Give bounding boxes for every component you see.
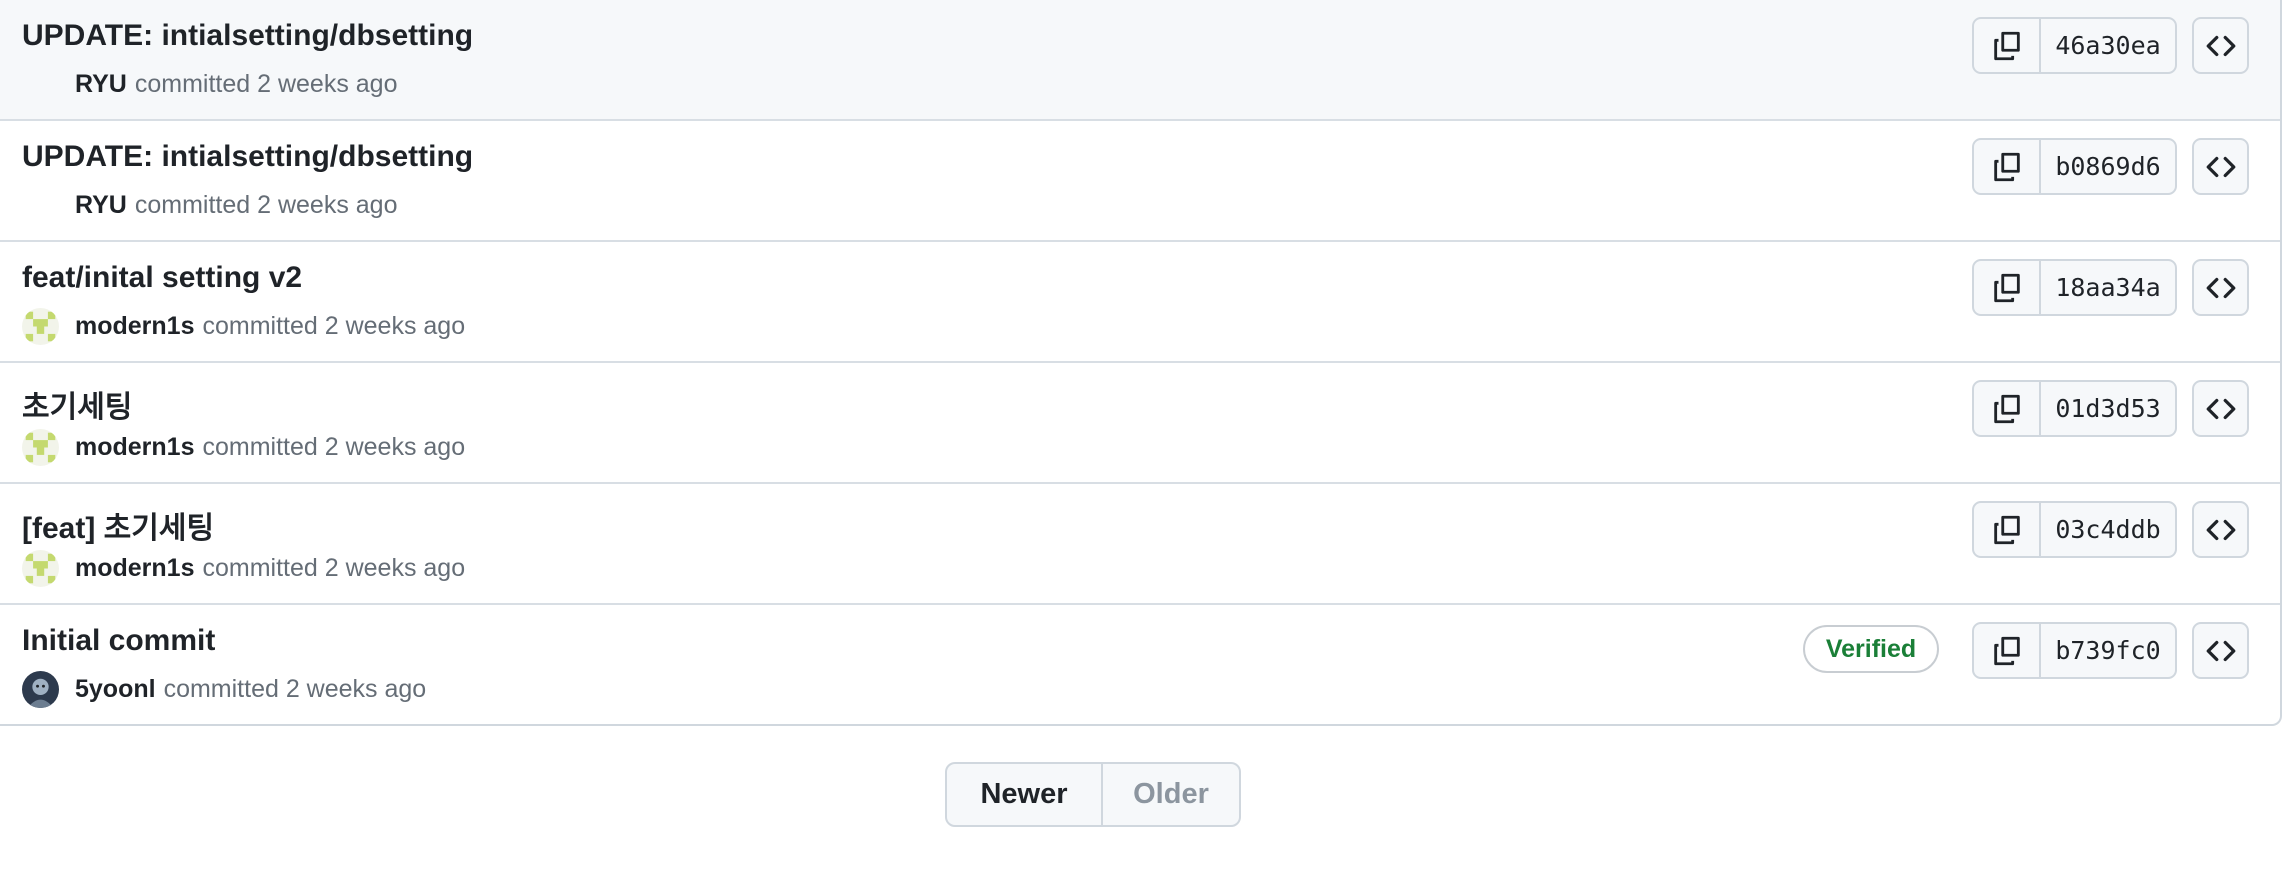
commit-meta: RYU committed 2 weeks ago: [22, 64, 397, 104]
commit-time: committed 2 weeks ago: [202, 311, 466, 340]
commit-meta: 5yoonl committed 2 weeks ago: [22, 669, 426, 709]
commit-list: UPDATE: intialsetting/dbsetting RYU comm…: [0, 0, 2282, 726]
commit-author[interactable]: modern1s: [75, 433, 194, 462]
copy-sha-button[interactable]: [1974, 140, 2041, 193]
commit-title[interactable]: UPDATE: intialsetting/dbsetting: [22, 19, 473, 53]
browse-repo-button[interactable]: [2192, 380, 2249, 437]
user-photo-avatar-icon: [22, 670, 59, 708]
commit-author[interactable]: modern1s: [75, 554, 194, 583]
sha-group: 18aa34a: [1972, 259, 2177, 316]
copy-sha-button[interactable]: [1974, 624, 2041, 677]
browse-repo-button[interactable]: [2192, 622, 2249, 679]
commit-author[interactable]: RYU: [75, 191, 127, 220]
commit-row: feat/inital setting v2 modern1s committe…: [0, 242, 2280, 363]
commit-sha[interactable]: 01d3d53: [2041, 382, 2175, 435]
code-icon: [2206, 35, 2235, 56]
commit-title[interactable]: UPDATE: intialsetting/dbsetting: [22, 140, 473, 174]
commit-title[interactable]: [feat] 초기세팅: [22, 503, 214, 547]
avatar[interactable]: [22, 670, 59, 708]
browse-repo-button[interactable]: [2192, 501, 2249, 558]
commit-sha[interactable]: 18aa34a: [2041, 261, 2175, 314]
newer-button[interactable]: Newer: [947, 764, 1103, 825]
commit-title[interactable]: 초기세팅: [22, 382, 132, 426]
copy-sha-button[interactable]: [1974, 503, 2041, 556]
code-icon: [2206, 156, 2235, 177]
copy-icon: [1993, 394, 2020, 423]
copy-icon: [1993, 273, 2020, 302]
identicon-avatar-icon: [22, 428, 59, 466]
pagination: Newer Older: [945, 762, 1241, 827]
commit-row: 초기세팅 modern1s committed 2 weeks ago 01d3…: [0, 363, 2280, 484]
avatar-placeholder: [22, 66, 59, 103]
commit-time: committed 2 weeks ago: [163, 674, 427, 703]
avatar[interactable]: [22, 307, 59, 345]
commit-sha[interactable]: 46a30ea: [2041, 19, 2175, 72]
copy-icon: [1993, 636, 2020, 665]
sha-group: b739fc0: [1972, 622, 2177, 679]
commit-sha[interactable]: b739fc0: [2041, 624, 2175, 677]
browse-repo-button[interactable]: [2192, 138, 2249, 195]
commit-title[interactable]: Initial commit: [22, 624, 215, 658]
copy-sha-button[interactable]: [1974, 19, 2041, 72]
copy-sha-button[interactable]: [1974, 382, 2041, 435]
commit-meta: modern1s committed 2 weeks ago: [22, 427, 465, 467]
commit-meta: modern1s committed 2 weeks ago: [22, 548, 465, 588]
commit-author[interactable]: modern1s: [75, 312, 194, 341]
avatar-placeholder: [22, 187, 59, 224]
code-icon: [2206, 398, 2235, 419]
identicon-avatar-icon: [22, 307, 59, 345]
copy-icon: [1993, 152, 2020, 181]
sha-group: 03c4ddb: [1972, 501, 2177, 558]
commit-meta: modern1s committed 2 weeks ago: [22, 306, 465, 346]
commit-time: committed 2 weeks ago: [202, 432, 466, 461]
commit-time: committed 2 weeks ago: [202, 553, 466, 582]
copy-sha-button[interactable]: [1974, 261, 2041, 314]
sha-group: b0869d6: [1972, 138, 2177, 195]
commit-row: [feat] 초기세팅 modern1s committed 2 weeks a…: [0, 484, 2280, 605]
code-icon: [2206, 277, 2235, 298]
commit-time: committed 2 weeks ago: [134, 69, 398, 98]
commit-author[interactable]: RYU: [75, 70, 127, 99]
older-button: Older: [1133, 778, 1209, 810]
sha-group: 01d3d53: [1972, 380, 2177, 437]
copy-icon: [1993, 31, 2020, 60]
code-icon: [2206, 519, 2235, 540]
browse-repo-button[interactable]: [2192, 17, 2249, 74]
verified-badge[interactable]: Verified: [1803, 625, 1939, 673]
commit-meta: RYU committed 2 weeks ago: [22, 185, 397, 225]
commit-title[interactable]: feat/inital setting v2: [22, 261, 302, 295]
identicon-avatar-icon: [22, 549, 59, 587]
commit-row: UPDATE: intialsetting/dbsetting RYU comm…: [0, 0, 2280, 121]
commit-sha[interactable]: b0869d6: [2041, 140, 2175, 193]
avatar[interactable]: [22, 428, 59, 466]
commit-row: UPDATE: intialsetting/dbsetting RYU comm…: [0, 121, 2280, 242]
browse-repo-button[interactable]: [2192, 259, 2249, 316]
code-icon: [2206, 640, 2235, 661]
sha-group: 46a30ea: [1972, 17, 2177, 74]
commit-time: committed 2 weeks ago: [134, 190, 398, 219]
commit-author[interactable]: 5yoonl: [75, 675, 156, 704]
commit-sha[interactable]: 03c4ddb: [2041, 503, 2175, 556]
copy-icon: [1993, 515, 2020, 544]
avatar[interactable]: [22, 549, 59, 587]
commit-row: Initial commit 5yoonl committed 2 weeks …: [0, 605, 2280, 724]
